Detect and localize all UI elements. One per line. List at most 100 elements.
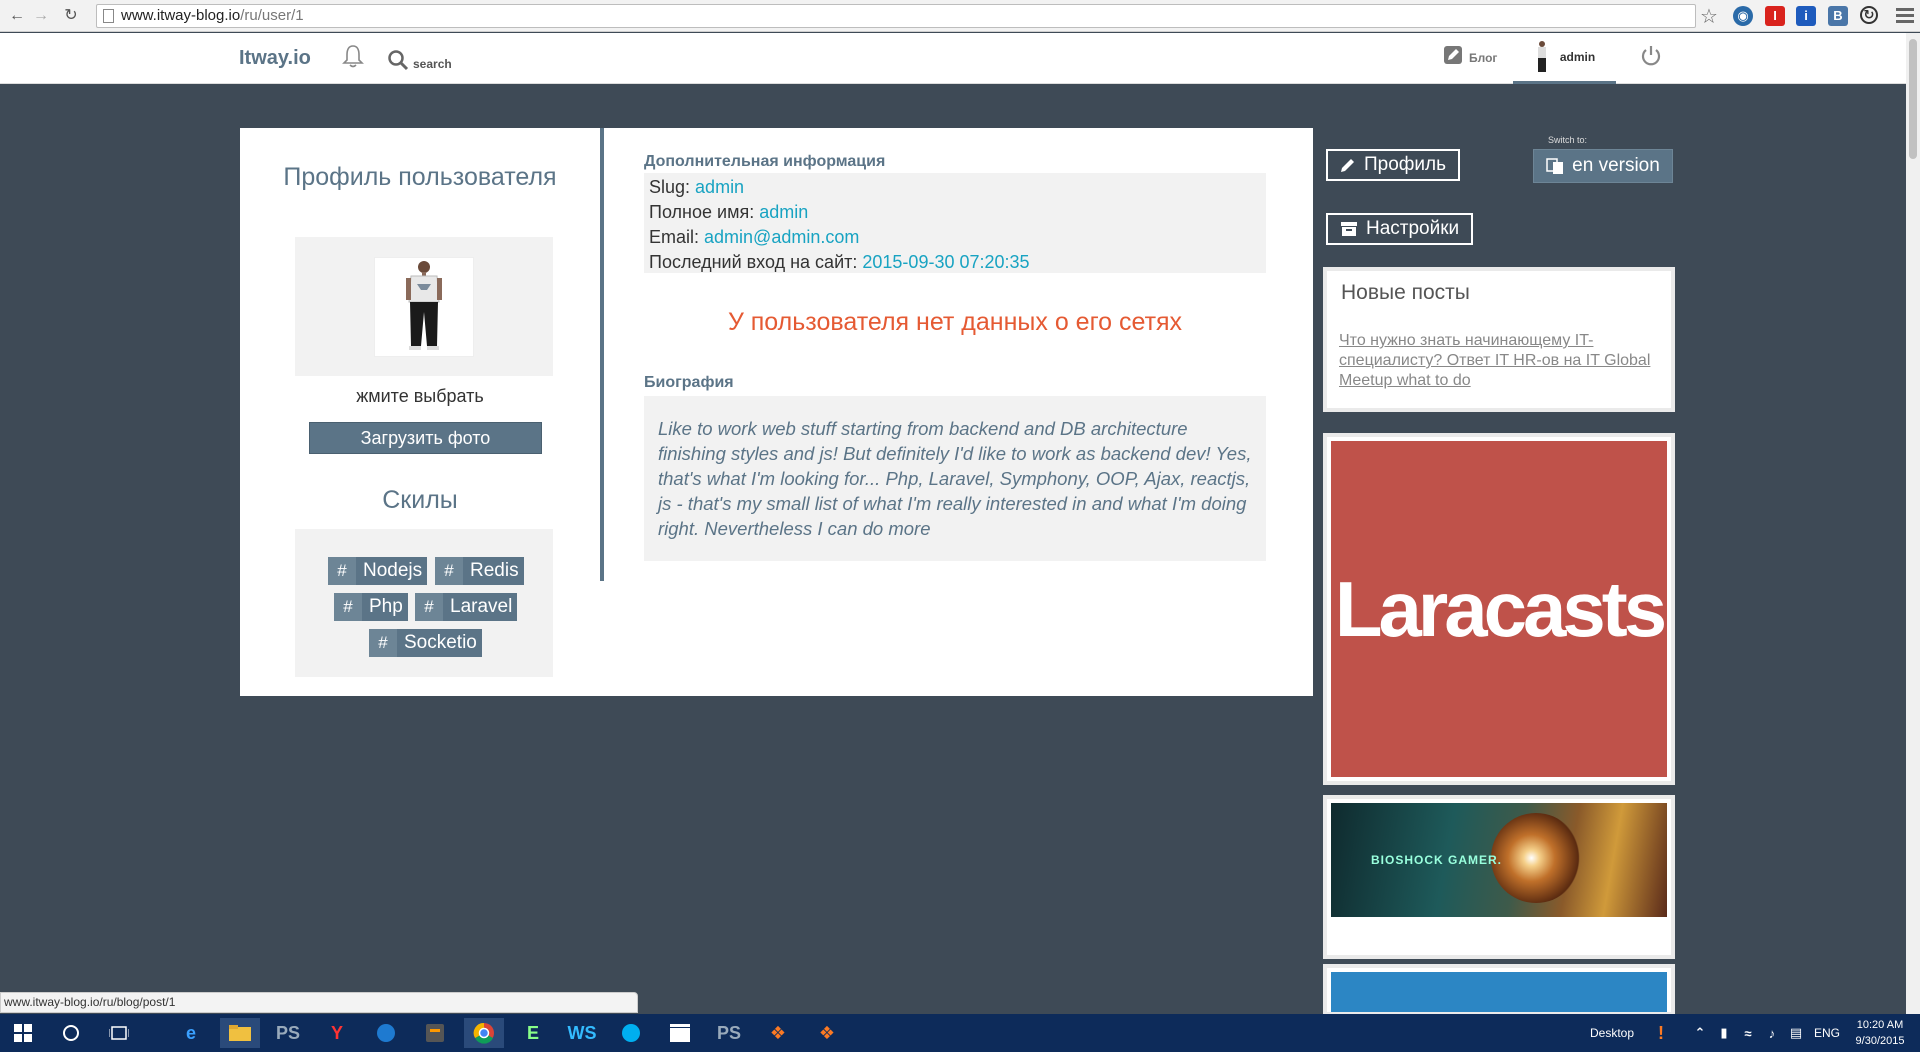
skype-icon[interactable]: [616, 1018, 646, 1048]
hash-icon: #: [435, 557, 463, 585]
skill-tag[interactable]: # Nodejs: [328, 557, 428, 585]
info-value[interactable]: admin@admin.com: [704, 227, 859, 247]
power-icon[interactable]: [1640, 44, 1662, 66]
info-value[interactable]: admin: [759, 202, 808, 222]
tray-chevron-icon[interactable]: ⌃: [1690, 1018, 1710, 1048]
desktop-label[interactable]: Desktop: [1590, 1014, 1634, 1052]
browser-menu-icon[interactable]: [1896, 5, 1914, 25]
task-view-icon[interactable]: [104, 1018, 134, 1048]
volume-icon[interactable]: ♪: [1762, 1018, 1782, 1048]
bioshock-art: [1491, 813, 1581, 903]
hash-icon: #: [415, 593, 443, 621]
edit-icon: [1444, 46, 1462, 64]
app-icon-blue[interactable]: [371, 1018, 401, 1048]
profile-button[interactable]: Профиль: [1326, 149, 1461, 181]
en-version-label: en version: [1572, 155, 1660, 176]
user-menu[interactable]: admin: [1513, 33, 1616, 84]
laracasts-banner: Laracasts: [1331, 441, 1667, 777]
webstorm-icon[interactable]: WS: [567, 1018, 597, 1048]
upload-photo-button[interactable]: Загрузить фото: [309, 422, 542, 454]
bioshock-text: BIOSHOCK GAMER.: [1371, 853, 1503, 867]
switch-label: Switch to:: [1548, 135, 1588, 145]
forward-icon[interactable]: →: [30, 5, 52, 27]
choose-photo-hint: жмите выбрать: [356, 386, 484, 406]
new-posts-title: Новые посты: [1341, 281, 1470, 304]
laracasts-ad[interactable]: Laracasts: [1323, 433, 1675, 785]
settings-button-label: Настройки: [1366, 218, 1460, 239]
blog-link[interactable]: Блог: [1443, 45, 1497, 65]
bioshock-ad[interactable]: BIOSHOCK GAMER.: [1323, 795, 1675, 959]
sublime-icon[interactable]: [420, 1018, 450, 1048]
avatar: [1534, 40, 1550, 74]
language-indicator[interactable]: ENG: [1814, 1014, 1840, 1052]
tray-notification-icon[interactable]: !: [1650, 1018, 1672, 1048]
new-post-link[interactable]: Что нужно знать начинающему IT-специалис…: [1339, 331, 1669, 391]
vk-extension-icon[interactable]: B: [1828, 6, 1848, 26]
info-value[interactable]: 2015-09-30 07:20:35: [862, 252, 1029, 272]
clock-time: 10:20 AM: [1856, 1019, 1904, 1031]
sync-extension-icon[interactable]: ↻: [1860, 6, 1878, 24]
globe-extension-icon[interactable]: ◉: [1733, 6, 1753, 26]
bell-icon[interactable]: [340, 43, 366, 69]
xampp-icon[interactable]: ❖: [763, 1018, 793, 1048]
xampp-icon-2[interactable]: ❖: [812, 1018, 842, 1048]
action-center-icon[interactable]: ▤: [1786, 1018, 1806, 1048]
site-header: Itway.io search Блог admin: [0, 33, 1906, 84]
skill-label: Nodejs: [363, 560, 423, 581]
windows-start-icon[interactable]: [8, 1018, 38, 1048]
info-row-fullname: Полное имя: admin: [649, 200, 1261, 225]
phpstorm-icon-2[interactable]: PS: [714, 1018, 744, 1048]
battery-icon[interactable]: ▮: [1714, 1018, 1734, 1048]
address-bar[interactable]: www.itway-blog.io/ru/user/1: [96, 4, 1696, 28]
system-clock[interactable]: 10:20 AM 9/30/2015: [1840, 1017, 1920, 1049]
no-social-message: У пользователя нет данных о его сетях: [727, 308, 1183, 336]
scrollbar-thumb[interactable]: [1909, 39, 1917, 159]
skill-label: Redis: [470, 560, 519, 581]
profile-photo[interactable]: [374, 257, 474, 357]
bioshock-banner: BIOSHOCK GAMER.: [1331, 803, 1667, 917]
info-label: Slug:: [649, 177, 691, 197]
phpstorm-icon[interactable]: PS: [273, 1018, 303, 1048]
profile-button-label: Профиль: [1364, 154, 1447, 175]
yandex-browser-icon[interactable]: Y: [322, 1018, 352, 1048]
skill-tag[interactable]: # Socketio: [369, 629, 482, 657]
editor-icon[interactable]: E: [518, 1018, 548, 1048]
translate-icon: [1546, 158, 1564, 174]
file-explorer-icon[interactable]: [220, 1018, 260, 1048]
hash-icon: #: [369, 629, 397, 657]
cortana-icon[interactable]: [56, 1018, 86, 1048]
profile-title: Профиль пользователя: [283, 163, 557, 191]
page-scrollbar[interactable]: [1906, 33, 1920, 1014]
en-version-button[interactable]: en version: [1533, 149, 1673, 183]
skills-title: Скилы: [382, 486, 458, 514]
site-logo[interactable]: Itway.io: [239, 47, 311, 70]
taskbar: e PS Y E WS PS ❖ ❖ Desktop ! ⌃ ▮ ≈ ♪ ▤ E…: [0, 1014, 1920, 1052]
info-extension-icon[interactable]: i: [1796, 6, 1816, 26]
blue-banner: [1331, 972, 1667, 1012]
new-posts-widget: Новые посты Что нужно знать начинающему …: [1323, 267, 1675, 412]
info-section-title: Дополнительная информация: [644, 153, 886, 170]
blue-ad[interactable]: [1323, 964, 1675, 1016]
back-icon[interactable]: ←: [6, 5, 28, 27]
clock-date: 9/30/2015: [1855, 1035, 1905, 1047]
skill-tag[interactable]: # Php: [334, 593, 408, 621]
pencil-icon: [1341, 159, 1354, 172]
edge-icon[interactable]: e: [176, 1018, 206, 1048]
settings-button[interactable]: Настройки: [1326, 213, 1474, 245]
bookmark-star-icon[interactable]: ☆: [1700, 4, 1718, 29]
skill-tag[interactable]: # Redis: [435, 557, 524, 585]
skills-box: # Nodejs # Redis # Php # Laravel # Socketio: [295, 529, 553, 677]
reload-icon[interactable]: ↻: [60, 5, 82, 27]
info-label: Email:: [649, 227, 700, 247]
info-value[interactable]: admin: [695, 177, 744, 197]
chrome-icon[interactable]: [464, 1018, 504, 1048]
video-editor-icon[interactable]: [665, 1018, 695, 1048]
search-link[interactable]: search: [387, 43, 452, 71]
wifi-icon[interactable]: ≈: [1738, 1018, 1758, 1048]
bio-text: Like to work web stuff starting from bac…: [644, 396, 1266, 561]
skill-tag[interactable]: # Laravel: [415, 593, 518, 621]
skill-label: Socketio: [404, 632, 477, 653]
lastpass-extension-icon[interactable]: I: [1765, 6, 1785, 26]
column-divider: [600, 128, 604, 581]
url-host: www.itway-blog.io: [121, 7, 241, 24]
